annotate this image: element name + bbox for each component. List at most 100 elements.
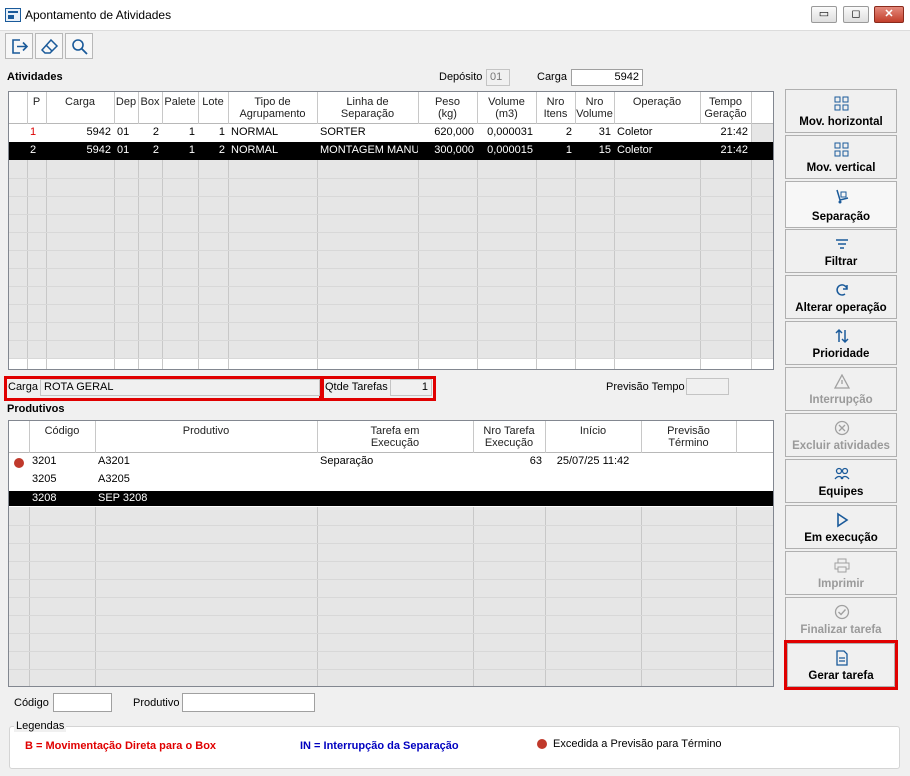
header-produtivo[interactable]: Produtivo: [95, 425, 317, 437]
cell-tempo: 21:42: [720, 126, 748, 138]
eraser-icon: [41, 38, 59, 54]
separacao-label: Separação: [811, 211, 871, 223]
printer-icon: [834, 558, 850, 573]
gerar-tarefa-label: Gerar tarefa: [808, 670, 874, 682]
produtivos-grid[interactable]: Código Produtivo Tarefa em Execução Nro …: [8, 420, 774, 687]
header-lote[interactable]: Lote: [198, 96, 228, 108]
legend-item-interruption: IN = Interrupção da Separação: [300, 740, 459, 752]
header-previsao-termino[interactable]: Previsão Término: [641, 425, 736, 449]
carga-rota-field: ROTA GERAL: [40, 379, 320, 396]
table-row[interactable]: 3201 A3201 Separação 63 25/07/25 11:42: [9, 453, 773, 471]
carga-field[interactable]: 5942: [571, 69, 643, 86]
maximize-button[interactable]: ◻: [843, 6, 869, 23]
cell-codigo: 3208: [32, 492, 57, 504]
header-nro-volume[interactable]: Nro Volume: [575, 96, 614, 120]
cell-produtivo: A3205: [98, 473, 130, 485]
excluir-atividades-button[interactable]: Excluir atividades: [785, 413, 897, 457]
exit-button[interactable]: [5, 33, 33, 59]
header-codigo[interactable]: Código: [29, 425, 95, 437]
cell-p: 2: [30, 144, 37, 156]
prioridade-button[interactable]: Prioridade: [785, 321, 897, 365]
mov-horizontal-button[interactable]: Mov. horizontal: [785, 89, 897, 133]
cell-box: 2: [152, 126, 159, 138]
grid-icon: [834, 142, 849, 157]
filtrar-button[interactable]: Filtrar: [785, 229, 897, 273]
equipes-button[interactable]: Equipes: [785, 459, 897, 503]
carga-rota-label: Carga: [8, 381, 38, 393]
table-row-selected[interactable]: 3208 SEP 3208: [9, 489, 773, 507]
search-button[interactable]: [65, 33, 93, 59]
produtivo-filter-input[interactable]: [182, 693, 315, 712]
cell-palete: 1: [188, 144, 195, 156]
cell-codigo: 3205: [32, 473, 57, 485]
mov-vertical-label: Mov. vertical: [806, 162, 876, 174]
separacao-button[interactable]: Separação: [785, 181, 897, 228]
cell-linha: SORTER: [320, 126, 366, 138]
search-icon: [72, 39, 88, 55]
header-carga[interactable]: Carga: [46, 96, 114, 108]
header-nro-itens[interactable]: Nro Itens: [536, 96, 575, 120]
header-operacao[interactable]: Operação: [614, 96, 700, 108]
atividades-grid[interactable]: P Carga Dep Box Palete Lote Tipo de Agru…: [8, 91, 774, 370]
produtivo-filter-label: Produtivo: [133, 697, 180, 709]
refresh-icon: [836, 284, 848, 296]
header-palete[interactable]: Palete: [162, 96, 198, 108]
header-tarefa-execucao[interactable]: Tarefa em Execução: [317, 425, 473, 449]
mov-vertical-button[interactable]: Mov. vertical: [785, 135, 897, 179]
header-tempo-geracao[interactable]: Tempo Geração: [700, 96, 751, 120]
legend-dot-icon: [537, 739, 547, 749]
header-linha-separacao[interactable]: Linha de Separação: [317, 96, 418, 120]
em-execucao-button[interactable]: Em execução: [785, 505, 897, 549]
excluir-atividades-label: Excluir atividades: [792, 440, 890, 452]
cell-lote: 1: [218, 126, 225, 138]
cancel-icon: [834, 420, 850, 436]
qtde-tarefas-field: 1: [390, 379, 432, 396]
imprimir-button[interactable]: Imprimir: [785, 551, 897, 595]
clear-button[interactable]: [35, 33, 63, 59]
interrupcao-button[interactable]: Interrupção: [785, 367, 897, 411]
cell-tipo: NORMAL: [231, 126, 279, 138]
grid-icon: [834, 96, 849, 111]
header-nro-tarefa[interactable]: Nro Tarefa Execução: [473, 425, 545, 449]
exceeded-indicator-icon: [14, 458, 24, 468]
cell-tarefa: Separação: [320, 455, 374, 467]
table-row-selected[interactable]: 2 5942 01 2 1 2 NORMAL MONTAGEM MANU 300…: [9, 142, 773, 160]
header-tipo-agrupamento[interactable]: Tipo de Agrupamento: [228, 96, 317, 120]
app-icon: [5, 8, 21, 22]
cell-linha: MONTAGEM MANU: [320, 144, 418, 156]
cell-nvol: 31: [598, 126, 611, 138]
interrupcao-label: Interrupção: [809, 394, 873, 406]
table-row[interactable]: 1 5942 01 2 1 1 NORMAL SORTER 620,000 0,…: [9, 124, 751, 142]
sort-arrows-icon: [835, 328, 849, 344]
cell-volume: 0,000031: [487, 126, 533, 138]
cell-volume: 0,000015: [487, 144, 533, 156]
cell-produtivo: SEP 3208: [98, 492, 148, 504]
close-button[interactable]: ✕: [874, 6, 904, 23]
produtivos-label: Produtivos: [7, 403, 65, 415]
header-volume[interactable]: Volume (m3): [477, 96, 536, 120]
atividades-label: Atividades: [7, 71, 63, 83]
alterar-operacao-button[interactable]: Alterar operação: [785, 275, 897, 319]
check-circle-icon: [834, 604, 850, 620]
codigo-filter-input[interactable]: [53, 693, 112, 712]
deposito-field: 01: [486, 69, 510, 86]
header-inicio[interactable]: Início: [545, 425, 641, 437]
cell-nro: 63: [529, 455, 542, 467]
cell-palete: 1: [188, 126, 195, 138]
previsao-tempo-label: Previsão Tempo: [606, 381, 685, 393]
finalizar-tarefa-button[interactable]: Finalizar tarefa: [785, 597, 897, 641]
cell-tempo: 21:42: [720, 144, 748, 156]
cell-codigo: 3201: [32, 455, 57, 467]
gerar-tarefa-button[interactable]: Gerar tarefa: [787, 643, 895, 687]
header-peso[interactable]: Peso (kg): [418, 96, 477, 120]
cell-lote: 2: [218, 144, 225, 156]
header-dep[interactable]: Dep: [114, 96, 138, 108]
header-box[interactable]: Box: [138, 96, 162, 108]
header-p[interactable]: P: [27, 96, 46, 108]
minimize-button[interactable]: ▭: [811, 6, 837, 23]
team-icon: [834, 467, 850, 480]
filter-icon: [836, 239, 848, 249]
cell-peso: 620,000: [434, 126, 474, 138]
table-row[interactable]: 3205 A3205: [9, 471, 773, 489]
cell-itens: 1: [565, 144, 572, 156]
